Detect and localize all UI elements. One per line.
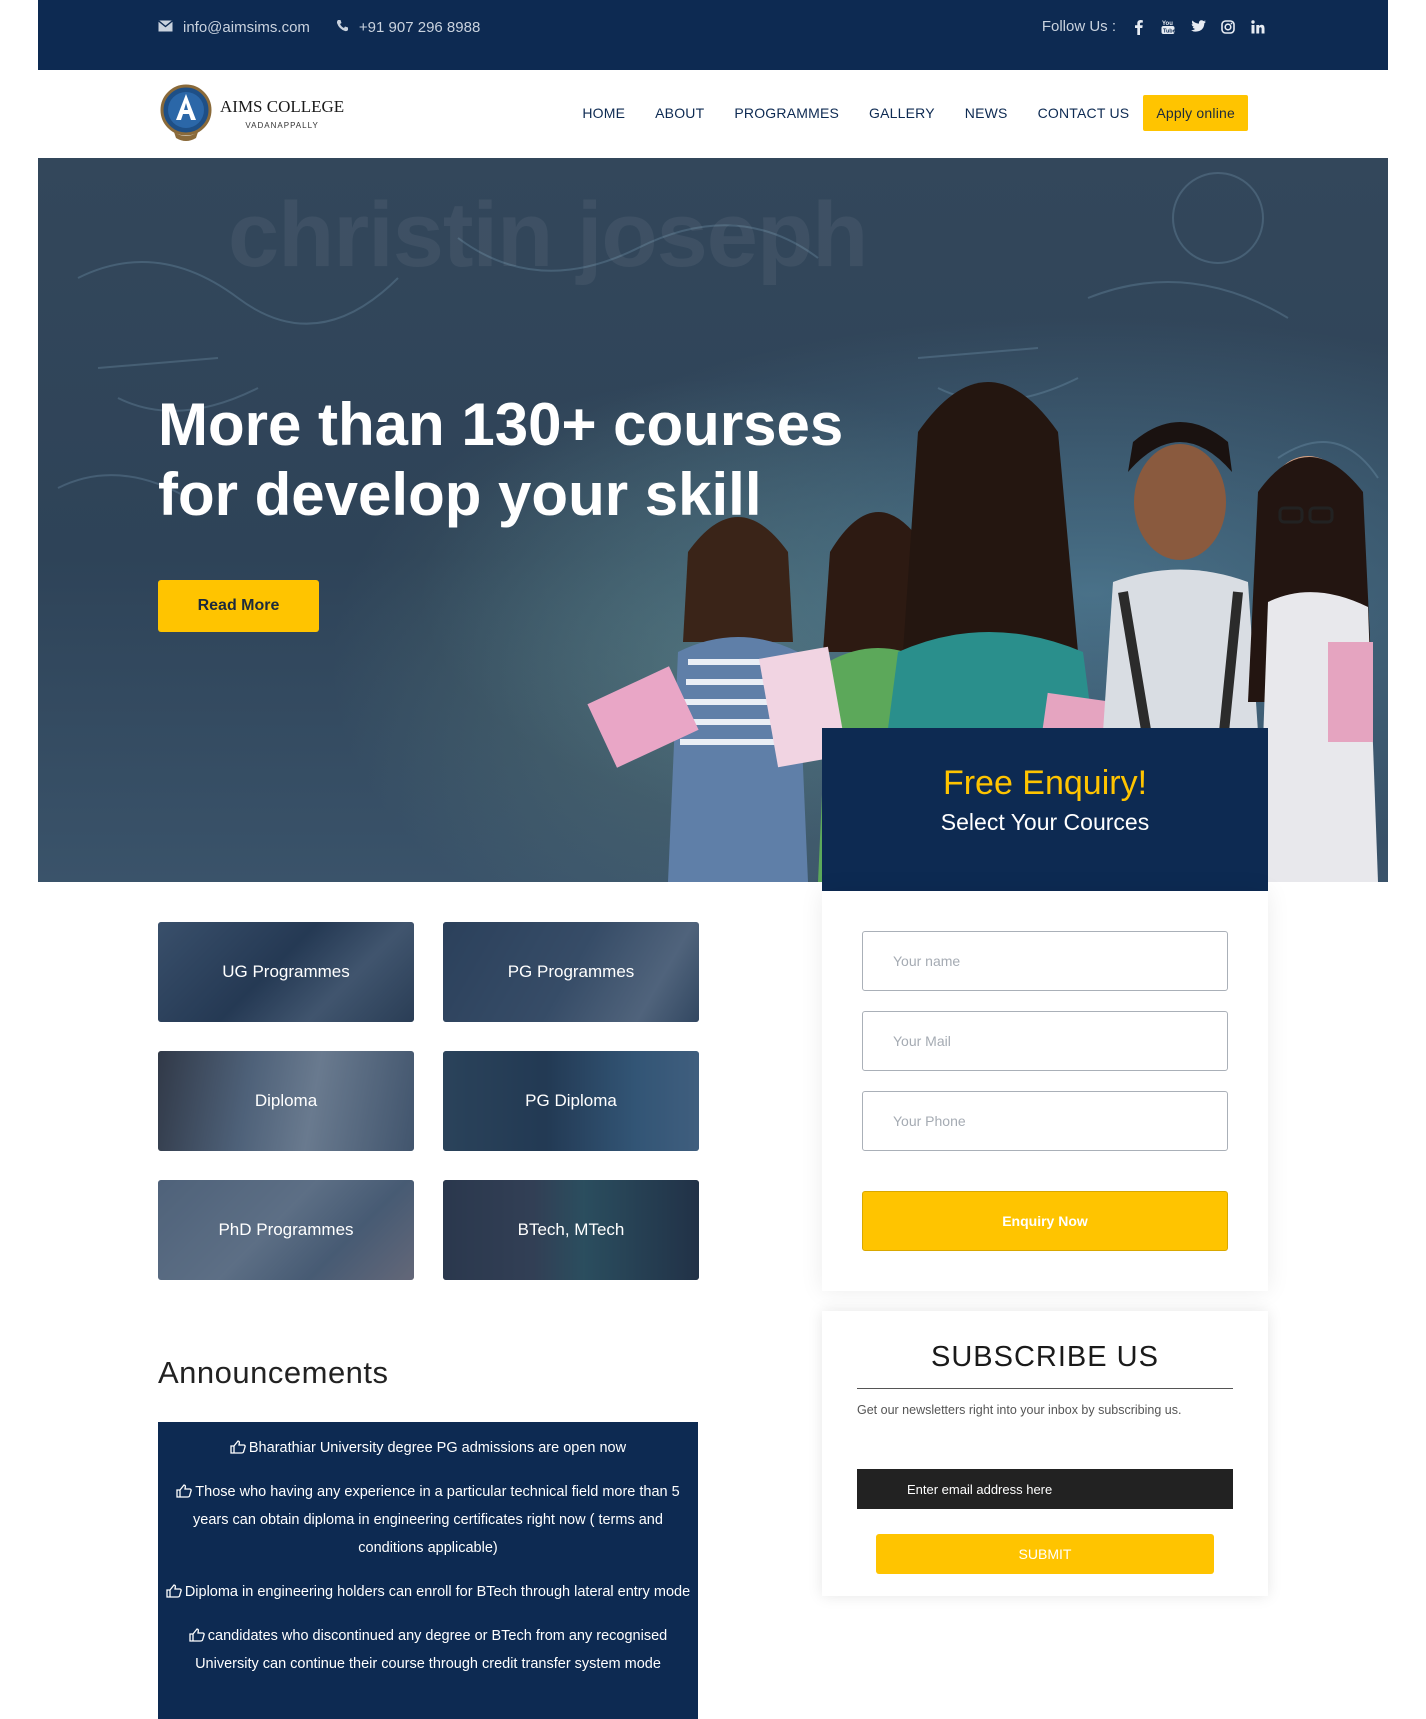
top-bar: info@aimsims.com +91 907 296 8988 Follow… (38, 0, 1388, 70)
read-more-button[interactable]: Read More (158, 580, 319, 632)
follow-label: Follow Us : (1041, 18, 1116, 35)
nav-item-home[interactable]: HOME (582, 105, 625, 121)
email-text[interactable]: info@aimsims.com (183, 19, 310, 36)
enquiry-now-button[interactable]: Enquiry Now (862, 1191, 1228, 1251)
subscribe-submit-button[interactable]: SUBMIT (876, 1534, 1214, 1574)
nav-menu: HOME ABOUT PROGRAMMES GALLERY NEWS CONTA… (582, 95, 1248, 131)
announcement-text: candidates who discontinued any degree o… (195, 1628, 668, 1672)
email-contact[interactable]: info@aimsims.com (158, 19, 310, 36)
youtube-icon[interactable]: You Tube (1160, 19, 1176, 35)
programme-tile-btech-mtech[interactable]: BTech, MTech (443, 1180, 699, 1280)
programme-label: PG Diploma (525, 1091, 617, 1110)
announcement-item[interactable]: Diploma in engineering holders can enrol… (162, 1578, 694, 1606)
linkedin-icon[interactable] (1250, 19, 1266, 35)
subscribe-panel: SUBSCRIBE US Get our newsletters right i… (822, 1311, 1268, 1596)
programme-label: UG Programmes (222, 962, 350, 981)
announcement-text: Those who having any experience in a par… (193, 1484, 680, 1556)
programme-label: PG Programmes (507, 962, 635, 981)
programme-label: BTech, MTech (517, 1220, 625, 1239)
nav-item-gallery[interactable]: GALLERY (869, 105, 935, 121)
programme-tile-ug[interactable]: UG Programmes (158, 922, 414, 1022)
college-wordmark: AIMS COLLEGE VADANAPPALLY (220, 98, 344, 130)
subscribe-description: Get our newsletters right into your inbo… (857, 1403, 1182, 1417)
nav-item-about[interactable]: ABOUT (655, 105, 704, 121)
enquiry-header: Free Enquiry! Select Your Cources (822, 728, 1268, 891)
announcement-item[interactable]: Bharathiar University degree PG admissio… (162, 1434, 694, 1462)
instagram-icon[interactable] (1220, 19, 1236, 35)
hero-watermark: christin joseph (228, 184, 868, 286)
envelope-icon (158, 19, 173, 36)
nav-item-contact-us[interactable]: CONTACT US (1038, 105, 1130, 121)
enquiry-title: Free Enquiry! (942, 764, 1148, 802)
mail-field[interactable]: Your Mail (862, 1011, 1228, 1071)
subscribe-email-input[interactable]: Enter email address here (857, 1469, 1233, 1509)
twitter-icon[interactable] (1190, 19, 1206, 35)
svg-text:Tube: Tube (1163, 28, 1175, 34)
social-links: Follow Us : You Tube (1042, 18, 1266, 35)
thumbs-right-icon (189, 1624, 205, 1642)
college-logo[interactable]: AIMS COLLEGE VADANAPPALLY (160, 84, 344, 144)
phone-icon (336, 19, 349, 36)
programme-tile-diploma[interactable]: Diploma (158, 1051, 414, 1151)
phone-field[interactable]: Your Phone (862, 1091, 1228, 1151)
announcement-text: Diploma in engineering holders can enrol… (184, 1584, 691, 1600)
hero-headline: More than 130+ courses for develop your … (158, 390, 918, 530)
thumbs-right-icon (176, 1480, 193, 1498)
thumbs-right-icon (166, 1580, 182, 1598)
college-crest-icon (160, 84, 212, 141)
hero-headline-line-1: More than 130+ courses (158, 391, 844, 458)
name-field[interactable]: Your name (862, 931, 1228, 991)
programme-label: PhD Programmes (218, 1220, 354, 1239)
announcements-title: Announcements (158, 1355, 389, 1390)
apply-online-button[interactable]: Apply online (1143, 95, 1248, 131)
thumbs-right-icon (230, 1436, 246, 1454)
nav-item-programmes[interactable]: PROGRAMMES (734, 105, 839, 121)
contact-info: info@aimsims.com +91 907 296 8988 (158, 19, 480, 36)
phone-text[interactable]: +91 907 296 8988 (359, 19, 480, 36)
hero-headline-line-2: for develop your skill (158, 461, 762, 528)
subscribe-title: SUBSCRIBE US (931, 1341, 1159, 1373)
enquiry-form: Your name Your Mail Your Phone Enquiry N… (822, 891, 1268, 1291)
programme-tile-phd[interactable]: PhD Programmes (158, 1180, 414, 1280)
phone-contact[interactable]: +91 907 296 8988 (336, 19, 480, 36)
programme-tile-pg[interactable]: PG Programmes (443, 922, 699, 1022)
main-navbar: AIMS COLLEGE VADANAPPALLY HOME ABOUT PRO… (38, 70, 1388, 158)
nav-item-news[interactable]: NEWS (965, 105, 1008, 121)
announcement-item[interactable]: candidates who discontinued any degree o… (162, 1622, 694, 1678)
announcement-text: Bharathiar University degree PG admissio… (248, 1440, 627, 1456)
enquiry-subtitle: Select Your Cources (940, 809, 1150, 835)
subscribe-divider (857, 1388, 1233, 1389)
programme-label: Diploma (254, 1091, 318, 1110)
announcements-list: Bharathiar University degree PG admissio… (158, 1422, 698, 1719)
programme-tile-pg-diploma[interactable]: PG Diploma (443, 1051, 699, 1151)
college-location: VADANAPPALLY (245, 121, 319, 130)
college-name: AIMS COLLEGE (220, 97, 345, 116)
announcement-item[interactable]: Those who having any experience in a par… (162, 1478, 694, 1562)
facebook-icon[interactable] (1130, 19, 1146, 35)
